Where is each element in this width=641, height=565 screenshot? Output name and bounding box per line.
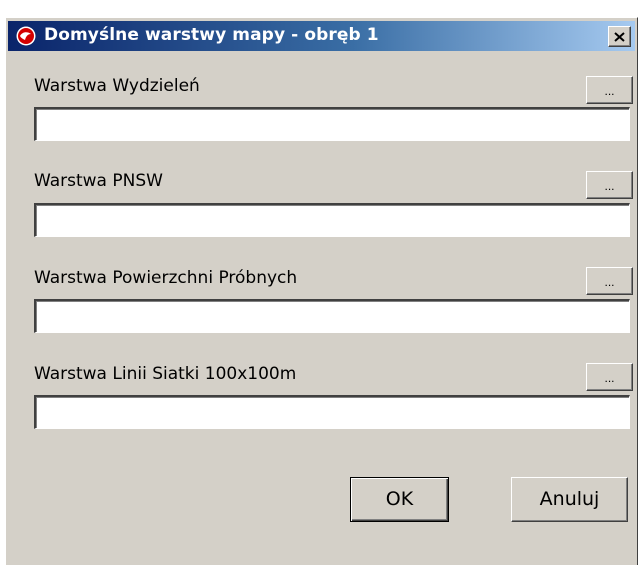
close-icon: [614, 31, 625, 42]
ok-button[interactable]: OK: [350, 477, 449, 522]
browse-button-wydzielen[interactable]: ...: [586, 76, 633, 104]
layer-field-wydzielen[interactable]: [34, 107, 630, 141]
window-title: Domyślne warstwy mapy - obręb 1: [44, 25, 379, 45]
app-logo-icon: [16, 26, 36, 46]
field-label-powierzchnie: Warstwa Powierzchni Próbnych: [34, 268, 298, 288]
layer-field-pnsw[interactable]: [34, 203, 630, 237]
layer-field-siatka[interactable]: [34, 395, 630, 429]
field-label-pnsw: Warstwa PNSW: [34, 171, 163, 191]
dialog-window: Domyślne warstwy mapy - obręb 1 Warstwa …: [5, 17, 638, 565]
field-label-siatka: Warstwa Linii Siatki 100x100m: [34, 364, 297, 384]
layer-field-powierzchnie[interactable]: [34, 299, 630, 333]
browse-button-siatka[interactable]: ...: [586, 363, 633, 391]
browse-button-pnsw[interactable]: ...: [586, 171, 633, 199]
browse-button-powierzchnie[interactable]: ...: [586, 267, 633, 295]
field-label-wydzielen: Warstwa Wydzieleń: [34, 76, 200, 96]
title-bar[interactable]: Domyślne warstwy mapy - obręb 1: [8, 21, 635, 51]
cancel-button[interactable]: Anuluj: [511, 477, 628, 522]
close-button[interactable]: [608, 26, 631, 47]
